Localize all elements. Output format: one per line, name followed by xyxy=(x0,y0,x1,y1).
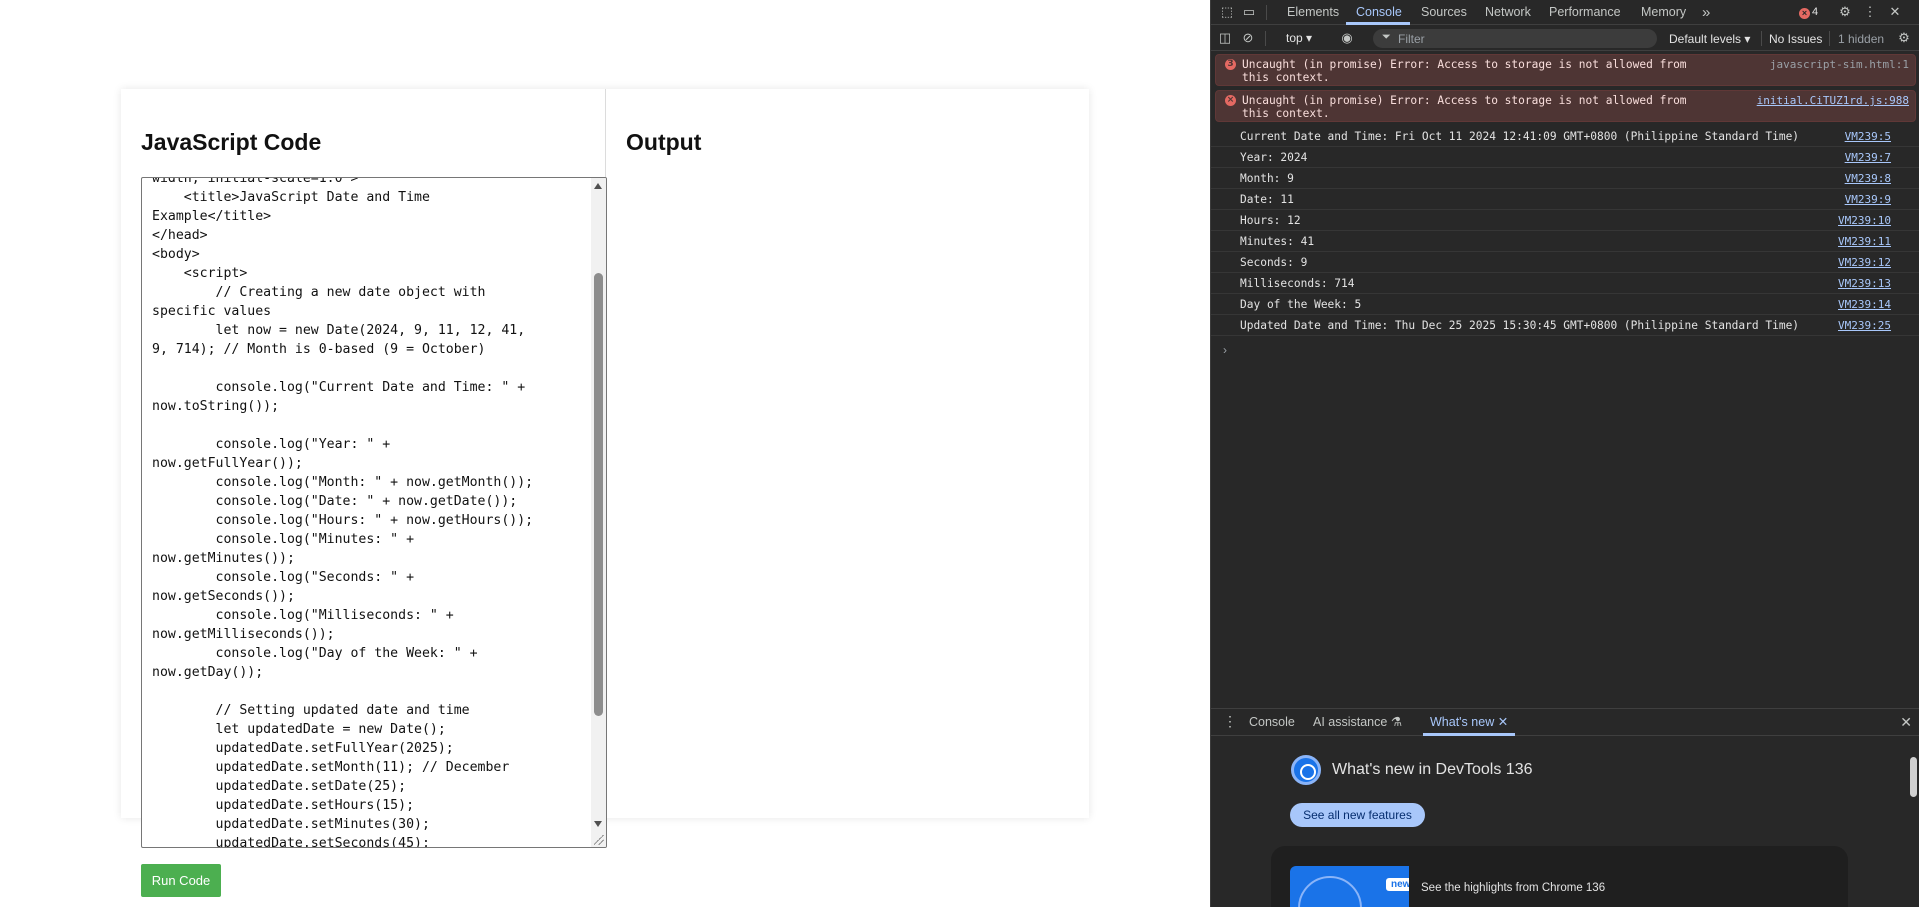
source-link[interactable]: initial.CiTUZ1rd.js:988 xyxy=(1757,94,1909,107)
code-scrollbar[interactable] xyxy=(591,178,606,847)
run-code-button[interactable]: Run Code xyxy=(141,864,221,897)
drawer-scrollbar[interactable] xyxy=(1907,737,1919,907)
source-link[interactable]: VM239:5 xyxy=(1845,130,1891,143)
console-log-line: Milliseconds: 714 VM239:13 xyxy=(1211,273,1919,294)
separator xyxy=(1829,31,1830,46)
active-tab-indicator xyxy=(1346,22,1410,25)
console-log-line: Hours: 12 VM239:10 xyxy=(1211,210,1919,231)
source-link[interactable]: VM239:10 xyxy=(1838,214,1891,227)
tab-performance[interactable]: Performance xyxy=(1549,0,1621,25)
console-messages: 3 Uncaught (in promise) Error: Access to… xyxy=(1211,52,1919,707)
code-content[interactable]: width, initial-scale=1.0"> <title>JavaSc… xyxy=(152,178,592,847)
drawer-tab-console[interactable]: Console xyxy=(1249,709,1295,736)
error-icon: 3 xyxy=(1225,59,1236,70)
clear-console-icon[interactable]: ⊘ xyxy=(1240,30,1256,46)
console-error-message[interactable]: × Uncaught (in promise) Error: Access to… xyxy=(1215,90,1916,122)
console-log-line: Seconds: 9 VM239:12 xyxy=(1211,252,1919,273)
resize-handle-icon[interactable] xyxy=(594,835,604,845)
source-link[interactable]: VM239:13 xyxy=(1838,277,1891,290)
inspect-element-icon[interactable]: ⬚ xyxy=(1219,4,1235,20)
device-toolbar-icon[interactable]: ▭ xyxy=(1241,4,1257,20)
more-tabs-icon[interactable]: » xyxy=(1702,0,1710,25)
devtools-drawer: ⋮ Console AI assistance ⚗ What's new ✕ ✕… xyxy=(1211,708,1919,907)
console-log-line: Day of the Week: 5 VM239:14 xyxy=(1211,294,1919,315)
scroll-up-arrow-icon[interactable] xyxy=(594,183,602,189)
sidebar-toggle-icon[interactable]: ◫ xyxy=(1217,30,1233,46)
tab-network[interactable]: Network xyxy=(1485,0,1531,25)
source-link[interactable]: VM239:11 xyxy=(1838,235,1891,248)
close-devtools-icon[interactable]: ✕ xyxy=(1887,4,1903,20)
tab-memory[interactable]: Memory xyxy=(1641,0,1686,25)
more-options-icon[interactable]: ⋮ xyxy=(1862,4,1878,20)
code-scrollbar-thumb[interactable] xyxy=(594,273,603,716)
separator xyxy=(1761,31,1762,46)
code-textarea[interactable]: width, initial-scale=1.0"> <title>JavaSc… xyxy=(141,177,607,848)
source-link[interactable]: VM239:9 xyxy=(1845,193,1891,206)
settings-gear-icon[interactable]: ⚙ xyxy=(1837,4,1853,20)
console-settings-gear-icon[interactable]: ⚙ xyxy=(1896,30,1912,46)
code-heading: JavaScript Code xyxy=(141,129,322,155)
console-log-line: Date: 11 VM239:9 xyxy=(1211,189,1919,210)
filter-input[interactable]: ⏷ Filter xyxy=(1373,29,1657,48)
tab-elements[interactable]: Elements xyxy=(1287,0,1339,25)
error-icon: × xyxy=(1225,95,1236,106)
separator xyxy=(1265,31,1266,46)
console-error-message[interactable]: 3 Uncaught (in promise) Error: Access to… xyxy=(1215,54,1916,86)
drawer-tabbar: ⋮ Console AI assistance ⚗ What's new ✕ ✕ xyxy=(1211,709,1919,736)
output-heading: Output xyxy=(626,129,702,155)
hidden-messages-count: 1 hidden xyxy=(1838,32,1885,46)
flask-icon: ⚗ xyxy=(1390,715,1403,729)
dropdown-arrow-icon: ▾ xyxy=(1306,31,1313,45)
highlight-text: See the highlights from Chrome 136 xyxy=(1421,882,1606,894)
drawer-menu-icon[interactable]: ⋮ xyxy=(1223,713,1237,730)
source-link[interactable]: VM239:14 xyxy=(1838,298,1891,311)
console-log-line: Year: 2024 VM239:7 xyxy=(1211,147,1919,168)
separator xyxy=(1266,5,1267,20)
whats-new-title: What's new in DevTools 136 xyxy=(1332,761,1533,778)
drawer-scrollbar-thumb[interactable] xyxy=(1910,757,1917,797)
console-prompt-icon[interactable]: › xyxy=(1223,343,1227,357)
console-log-line: Updated Date and Time: Thu Dec 25 2025 1… xyxy=(1211,315,1919,336)
tab-sources[interactable]: Sources xyxy=(1421,0,1467,25)
error-icon: × xyxy=(1799,8,1810,19)
highlight-image: new xyxy=(1290,866,1409,907)
log-levels-dropdown[interactable]: Default levels ▾ xyxy=(1669,32,1750,46)
close-drawer-icon[interactable]: ✕ xyxy=(1900,714,1912,731)
live-expression-eye-icon[interactable]: ◉ xyxy=(1339,30,1355,46)
source-link[interactable]: VM239:8 xyxy=(1845,172,1891,185)
chrome-devtools-logo-icon xyxy=(1291,755,1321,785)
source-link[interactable]: javascript-sim.html:1 xyxy=(1770,58,1909,71)
drawer-tab-whats-new[interactable]: What's new ✕ xyxy=(1430,709,1508,736)
active-tab-indicator xyxy=(1423,733,1515,736)
source-link[interactable]: VM239:25 xyxy=(1838,319,1891,332)
issues-button[interactable]: No Issues xyxy=(1769,32,1822,46)
console-toolbar: ◫ ⊘ top ▾ ◉ ⏷ Filter Default levels ▾ No… xyxy=(1211,26,1919,51)
context-selector[interactable]: top ▾ xyxy=(1286,31,1312,45)
see-all-features-button[interactable]: See all new features xyxy=(1290,803,1425,827)
devtools-panel: ⬚ ▭ Elements Console Sources Network Per… xyxy=(1210,0,1919,907)
error-count-badge[interactable]: × 4 xyxy=(1799,5,1818,19)
devtools-tabbar: ⬚ ▭ Elements Console Sources Network Per… xyxy=(1211,0,1919,25)
web-page: JavaScript Code Output width, initial-sc… xyxy=(0,0,1210,907)
dropdown-arrow-icon: ▾ xyxy=(1744,32,1751,46)
source-link[interactable]: VM239:12 xyxy=(1838,256,1891,269)
console-log-line: Month: 9 VM239:8 xyxy=(1211,168,1919,189)
close-tab-icon[interactable]: ✕ xyxy=(1498,715,1508,729)
scroll-down-arrow-icon[interactable] xyxy=(594,821,602,827)
drawer-tab-ai-assistance[interactable]: AI assistance ⚗ xyxy=(1313,709,1402,736)
source-link[interactable]: VM239:7 xyxy=(1845,151,1891,164)
new-badge: new xyxy=(1386,878,1409,891)
console-log-line: Minutes: 41 VM239:11 xyxy=(1211,231,1919,252)
console-log-line: Current Date and Time: Fri Oct 11 2024 1… xyxy=(1211,126,1919,147)
filter-icon: ⏷ xyxy=(1382,31,1391,43)
highlight-card[interactable]: new See the highlights from Chrome 136 xyxy=(1271,846,1848,907)
